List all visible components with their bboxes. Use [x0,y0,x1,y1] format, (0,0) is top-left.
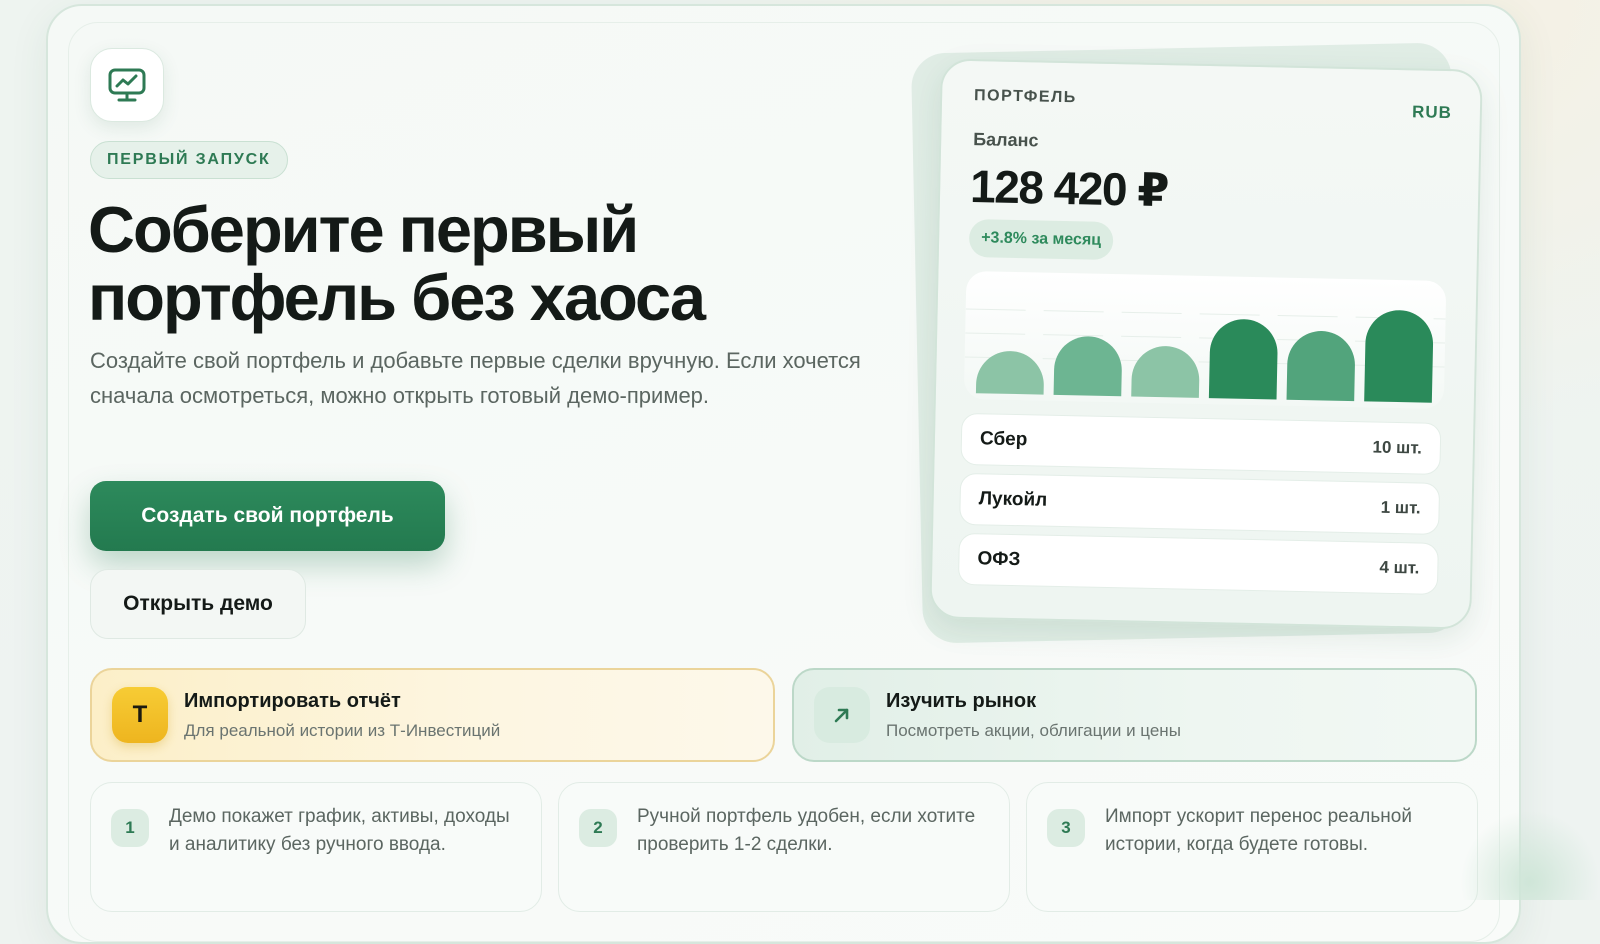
step-number: 3 [1047,809,1085,847]
asset-row: Лукойл 1 шт. [959,472,1441,535]
import-report-description: Для реальной истории из Т-Инвестиций [184,720,501,740]
explore-market-description: Посмотреть акции, облигации и цены [886,720,1181,740]
portfolio-chart [963,270,1447,409]
asset-name: Лукойл [978,488,1048,511]
step-card: 2 Ручной портфель удобен, если хотите пр… [558,782,1010,912]
import-report-card[interactable]: T Импортировать отчёт Для реальной истор… [90,668,775,762]
asset-quantity: 10 шт. [1372,437,1423,458]
asset-row: Сбер 10 шт. [960,412,1442,475]
step-text: Демо покажет график, активы, доходы и ан… [169,806,510,855]
t-invest-logo-icon: T [112,687,168,743]
chart-bar [1131,346,1200,398]
portfolio-preview-card: ПОРТФЕЛЬ RUB Баланс 128 420 ₽ +3.8% за м… [929,58,1483,630]
asset-name: ОФЗ [977,548,1021,571]
chart-bar [1364,310,1434,403]
import-report-title: Импортировать отчёт [184,689,401,712]
chart-bar [1053,336,1122,397]
create-portfolio-button[interactable]: Создать свой портфель [90,481,445,551]
asset-quantity: 4 шт. [1379,557,1420,578]
asset-name: Сбер [979,428,1028,451]
step-number: 1 [111,809,149,847]
step-card: 1 Демо покажет график, активы, доходы и … [90,782,542,912]
balance-value: 128 420 ₽ [969,160,1169,217]
page-title: Соберите первый портфель без хаоса [88,193,706,334]
chart-bar [1286,331,1355,402]
explore-market-title: Изучить рынок [886,689,1037,712]
step-text: Импорт ускорит перенос реальной истории,… [1105,806,1412,855]
step-number: 2 [579,809,617,847]
explore-market-card[interactable]: Изучить рынок Посмотреть акции, облигаци… [792,668,1477,762]
step-text: Ручной портфель удобен, если хотите пров… [637,806,976,855]
monthly-change-badge: +3.8% за месяц [968,219,1114,261]
open-demo-button[interactable]: Открыть демо [90,569,306,639]
arrow-up-right-icon [814,687,870,743]
monitor-chart-icon [90,48,164,122]
decorative-glow [1460,810,1600,900]
first-launch-badge: ПЕРВЫЙ ЗАПУСК [90,141,288,179]
page-subtitle: Создайте свой портфель и добавьте первые… [90,348,861,408]
balance-label: Баланс [973,129,1039,151]
chart-bar [1208,319,1278,400]
asset-quantity: 1 шт. [1380,497,1421,518]
chart-gridline [965,308,1446,320]
portfolio-bar-chart [964,308,1446,403]
currency-label: RUB [1411,102,1453,123]
asset-row: ОФЗ 4 шт. [957,532,1439,595]
portfolio-label: ПОРТФЕЛЬ [973,87,1077,107]
step-card: 3 Импорт ускорит перенос реальной истори… [1026,782,1478,912]
